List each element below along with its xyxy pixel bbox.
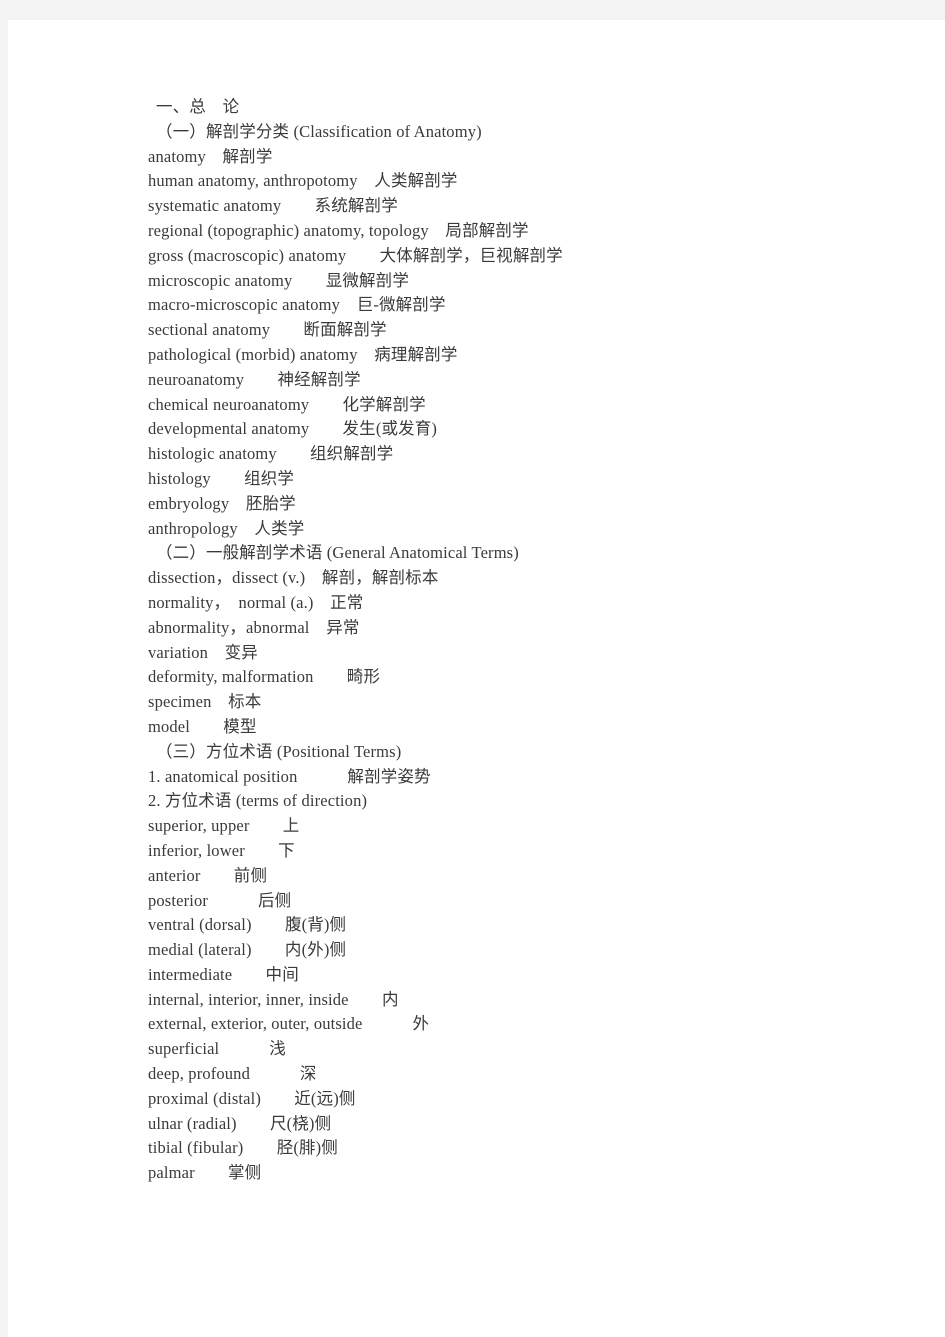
glossary-line: superficial 浅 — [148, 1039, 286, 1059]
glossary-line: gross (macroscopic) anatomy 大体解剖学，巨视解剖学 — [148, 245, 563, 265]
glossary-line: tibial (fibular) 胫(腓)侧 — [148, 1138, 338, 1158]
glossary-line: deep, profound 深 — [148, 1064, 317, 1084]
glossary-line: palmar 掌侧 — [148, 1163, 262, 1183]
glossary-line: histologic anatomy 组织解剖学 — [148, 444, 394, 464]
glossary-line: internal, interior, inner, inside 内 — [148, 989, 399, 1009]
document-page: 一、总 论 （一）解剖学分类 (Classification of Anatomy… — [8, 20, 945, 1337]
glossary-line: neuroanatomy 神经解剖学 — [148, 369, 361, 389]
glossary-line: anatomy 解剖学 — [148, 146, 273, 166]
glossary-line: 1. anatomical position 解剖学姿势 — [148, 766, 431, 786]
glossary-line: specimen 标本 — [148, 692, 262, 712]
glossary-line: developmental anatomy 发生(或发育) — [148, 419, 438, 439]
glossary-line: normality， normal (a.) 正常 — [148, 592, 364, 612]
glossary-line: anthropology 人类学 — [148, 518, 305, 538]
glossary-line: ventral (dorsal) 腹(背)侧 — [148, 915, 347, 935]
glossary-line: 2. 方位术语 (terms of direction) — [148, 791, 368, 811]
glossary-line: microscopic anatomy 显微解剖学 — [148, 270, 409, 290]
glossary-line: superior, upper 上 — [148, 816, 300, 836]
glossary-line: proximal (distal) 近(远)侧 — [148, 1088, 356, 1108]
glossary-line: sectional anatomy 断面解剖学 — [148, 320, 387, 340]
glossary-line: variation 变异 — [148, 642, 258, 662]
glossary-line: macro-microscopic anatomy 巨-微解剖学 — [148, 295, 446, 315]
glossary-line: （三）方位术语 (Positional Terms) — [156, 741, 402, 761]
glossary-line: model 模型 — [148, 716, 257, 736]
glossary-line: human anatomy, anthropotomy 人类解剖学 — [148, 171, 458, 191]
glossary-line: intermediate 中间 — [148, 964, 299, 984]
glossary-line: dissection，dissect (v.) 解剖，解剖标本 — [148, 568, 439, 588]
glossary-line: pathological (morbid) anatomy 病理解剖学 — [148, 344, 458, 364]
glossary-text-body: 一、总 论 （一）解剖学分类 (Classification of Anatomy… — [148, 95, 848, 1186]
glossary-line: anterior 前侧 — [148, 865, 268, 885]
glossary-line: （一）解剖学分类 (Classification of Anatomy) — [156, 121, 482, 141]
glossary-line: ulnar (radial) 尺(桡)侧 — [148, 1113, 332, 1133]
glossary-line: 一、总 论 — [156, 97, 240, 116]
glossary-line: abnormality，abnormal 异常 — [148, 617, 360, 637]
glossary-line: histology 组织学 — [148, 468, 295, 488]
glossary-line: regional (topographic) anatomy, topology… — [148, 220, 529, 240]
glossary-line: external, exterior, outer, outside 外 — [148, 1014, 430, 1034]
glossary-line: （二）一般解剖学术语 (General Anatomical Terms) — [156, 543, 519, 563]
glossary-line: embryology 胚胎学 — [148, 493, 296, 513]
glossary-line: systematic anatomy 系统解剖学 — [148, 196, 398, 216]
glossary-line: chemical neuroanatomy 化学解剖学 — [148, 394, 426, 414]
glossary-line: medial (lateral) 内(外)侧 — [148, 940, 347, 960]
glossary-line: deformity, malformation 畸形 — [148, 667, 381, 687]
glossary-line: inferior, lower 下 — [148, 840, 295, 860]
glossary-line: posterior 后侧 — [148, 890, 292, 910]
